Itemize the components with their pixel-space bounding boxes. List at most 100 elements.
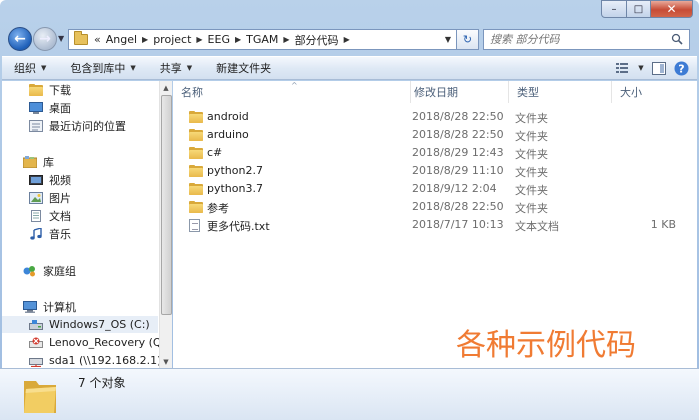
address-bar[interactable]: « Angel ▶ project ▶ EEG ▶ TGAM ▶ 部分代码 ▶ … bbox=[68, 29, 457, 50]
sidebar-item-label: 文档 bbox=[49, 209, 71, 223]
homegroup-icon bbox=[23, 265, 35, 276]
table-row[interactable]: arduino 2018/8/28 22:50 文件夹 bbox=[173, 126, 697, 144]
explorer-window: – □ ✕ ← → ▼ « Angel ▶ project ▶ EEG ▶ TG… bbox=[0, 0, 699, 420]
sidebar-item-drive-q[interactable]: Lenovo_Recovery (Q:) bbox=[2, 334, 170, 351]
view-list-icon bbox=[616, 63, 628, 73]
sidebar-scrollbar-thumb[interactable] bbox=[161, 95, 172, 315]
table-row[interactable]: c# 2018/8/29 12:43 文件夹 bbox=[173, 144, 697, 162]
breadcrumb-overflow[interactable]: « bbox=[92, 33, 103, 46]
share-menu-button[interactable]: 共享 ▼ bbox=[148, 57, 204, 79]
breadcrumb-item[interactable]: Angel bbox=[103, 33, 140, 46]
preview-pane-button[interactable] bbox=[651, 60, 667, 76]
breadcrumb-chevron-icon[interactable]: ▶ bbox=[281, 35, 291, 44]
table-row[interactable]: python3.7 2018/9/12 2:04 文件夹 bbox=[173, 180, 697, 198]
recovery-drive-icon bbox=[29, 337, 43, 348]
organize-menu-button[interactable]: 组织 ▼ bbox=[2, 57, 58, 79]
sidebar-item-computer[interactable]: 计算机 bbox=[2, 298, 158, 315]
breadcrumb-chevron-icon[interactable]: ▶ bbox=[194, 35, 204, 44]
sidebar-item-label: sda1 (\\192.168.2.1) (Z:) bbox=[49, 354, 172, 367]
maximize-button[interactable]: □ bbox=[627, 0, 651, 18]
help-button[interactable]: ? bbox=[673, 60, 689, 76]
preview-pane-icon bbox=[652, 61, 666, 75]
scroll-down-icon[interactable]: ▼ bbox=[160, 355, 172, 368]
scroll-up-icon[interactable]: ▲ bbox=[160, 81, 172, 94]
file-name: 参考 bbox=[207, 202, 229, 215]
address-history-dropdown-icon[interactable]: ▼ bbox=[440, 30, 456, 49]
sidebar-item-label: 桌面 bbox=[49, 101, 71, 115]
table-row[interactable]: 更多代码.txt 2018/7/17 10:13 文本文档 1 KB bbox=[173, 216, 697, 234]
search-input[interactable] bbox=[490, 30, 660, 49]
file-date: 2018/9/12 2:04 bbox=[412, 182, 497, 195]
details-pane: 7 个对象 bbox=[0, 368, 699, 420]
sidebar-item-pictures[interactable]: 图片 bbox=[2, 189, 158, 206]
new-folder-button[interactable]: 新建文件夹 bbox=[204, 57, 283, 79]
drive-icon bbox=[29, 319, 43, 330]
table-row[interactable]: 参考 2018/8/28 22:50 文件夹 bbox=[173, 198, 697, 216]
sidebar-item-drive-c[interactable]: Windows7_OS (C:) bbox=[2, 316, 158, 333]
search-box[interactable] bbox=[483, 29, 690, 50]
breadcrumb-chevron-icon[interactable]: ▶ bbox=[233, 35, 243, 44]
sidebar-item-homegroup[interactable]: 家庭组 bbox=[2, 262, 158, 279]
breadcrumb-item[interactable]: 部分代码 bbox=[292, 32, 342, 48]
sidebar-item-label: 图片 bbox=[49, 191, 71, 205]
close-button[interactable]: ✕ bbox=[651, 0, 693, 18]
arrow-right-icon: → bbox=[39, 31, 51, 47]
computer-icon bbox=[23, 300, 37, 313]
folder-icon bbox=[24, 381, 56, 413]
forward-button[interactable]: → bbox=[33, 27, 57, 51]
breadcrumb-item[interactable]: TGAM bbox=[243, 33, 281, 46]
column-header-type[interactable]: 类型 bbox=[509, 81, 612, 103]
minimize-button[interactable]: – bbox=[601, 0, 627, 18]
file-type: 文件夹 bbox=[515, 166, 548, 179]
file-name: python3.7 bbox=[207, 182, 263, 195]
sidebar-item-drive-z[interactable]: sda1 (\\192.168.2.1) (Z:) bbox=[2, 352, 172, 368]
sidebar-item-label: Lenovo_Recovery (Q:) bbox=[49, 336, 170, 349]
sidebar-scrollbar[interactable]: ▲ ▼ bbox=[159, 81, 172, 368]
sidebar-item-desktop[interactable]: 桌面 bbox=[2, 99, 158, 116]
table-row[interactable]: android 2018/8/28 22:50 文件夹 bbox=[173, 108, 697, 126]
change-view-button[interactable] bbox=[615, 60, 631, 76]
view-options-dropdown-icon[interactable]: ▼ bbox=[637, 60, 645, 76]
column-header-size[interactable]: 大小 bbox=[612, 81, 697, 103]
title-bar: – □ ✕ bbox=[0, 0, 699, 22]
column-header-date[interactable]: 修改日期 bbox=[406, 81, 509, 103]
breadcrumb-chevron-icon[interactable]: ▶ bbox=[342, 35, 352, 44]
include-in-library-menu-button[interactable]: 包含到库中 ▼ bbox=[58, 57, 147, 79]
sort-ascending-icon: ^ bbox=[291, 81, 298, 90]
breadcrumb-item[interactable]: project bbox=[150, 33, 194, 46]
sidebar-item-label: 家庭组 bbox=[43, 264, 76, 278]
file-type: 文件夹 bbox=[515, 130, 548, 143]
arrow-left-icon: ← bbox=[14, 31, 26, 47]
file-date: 2018/8/28 22:50 bbox=[412, 110, 504, 123]
sidebar-item-libraries[interactable]: 库 bbox=[2, 153, 158, 170]
column-header-label: 类型 bbox=[517, 86, 539, 99]
sidebar-item-recent-places[interactable]: 最近访问的位置 bbox=[2, 117, 158, 134]
overlay-annotation: 各种示例代码 bbox=[456, 328, 636, 363]
file-name: 更多代码.txt bbox=[207, 220, 270, 233]
recent-pages-dropdown-icon[interactable]: ▼ bbox=[58, 34, 64, 43]
file-size: 1 KB bbox=[650, 218, 676, 231]
breadcrumb-item[interactable]: EEG bbox=[205, 33, 233, 46]
item-count: 7 个对象 bbox=[78, 376, 126, 390]
sidebar-item-videos[interactable]: 视频 bbox=[2, 171, 158, 188]
videos-icon bbox=[29, 174, 43, 185]
include-in-library-label: 包含到库中 bbox=[70, 62, 126, 75]
download-folder-icon bbox=[29, 83, 43, 96]
file-date: 2018/8/28 22:50 bbox=[412, 128, 504, 141]
sidebar-item-music[interactable]: 音乐 bbox=[2, 225, 158, 242]
sidebar-item-downloads[interactable]: 下载 bbox=[2, 81, 158, 98]
help-icon: ? bbox=[674, 61, 688, 75]
sidebar-item-label: 音乐 bbox=[49, 227, 71, 241]
column-header-name[interactable]: 名称 ^ bbox=[173, 81, 411, 103]
breadcrumb-chevron-icon[interactable]: ▶ bbox=[140, 35, 150, 44]
navigation-pane: 下载 桌面 最近访问的位置 库 视频 图片 文档 音乐 家庭组 计算机 Wind… bbox=[2, 81, 172, 368]
refresh-button[interactable]: ↻ bbox=[457, 29, 479, 50]
sidebar-item-documents[interactable]: 文档 bbox=[2, 207, 158, 224]
back-button[interactable]: ← bbox=[8, 27, 32, 51]
sidebar-item-label: 库 bbox=[43, 155, 54, 169]
table-row[interactable]: python2.7 2018/8/29 11:10 文件夹 bbox=[173, 162, 697, 180]
sidebar-item-label: 计算机 bbox=[43, 300, 76, 314]
file-name: arduino bbox=[207, 128, 249, 141]
sidebar-item-label: 最近访问的位置 bbox=[49, 119, 126, 133]
search-icon[interactable] bbox=[671, 33, 683, 45]
